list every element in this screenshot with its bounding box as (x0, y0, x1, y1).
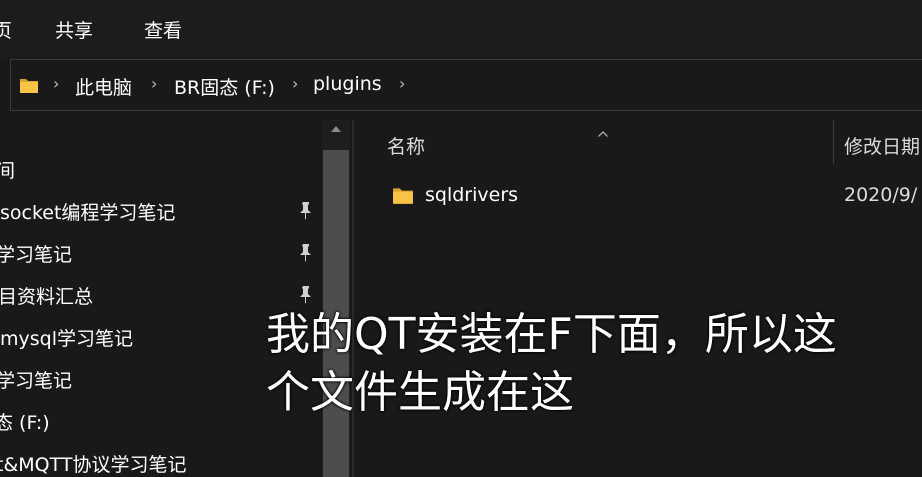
breadcrumb-drive[interactable]: BR固态 (F:) (174, 73, 275, 100)
overlay-caption: 我的QT安装在F下面，所以这 个文件生成在这 (266, 306, 922, 422)
breadcrumb-plugins[interactable]: plugins (313, 73, 382, 95)
file-list: 名称 修改日期 sqldrivers 2020/9/ (354, 120, 922, 477)
file-explorer-window: 页 共享 查看 › 此电脑 › BR固态 (F:) › plugins › 间 … (0, 0, 922, 477)
folder-icon (19, 75, 39, 99)
nav-item-label: 间 (0, 160, 16, 182)
nav-item-label: 学习笔记 (0, 244, 73, 266)
pin-icon[interactable] (296, 200, 316, 220)
menu-page[interactable]: 页 (0, 16, 12, 43)
nav-item[interactable]: 间 (0, 150, 320, 186)
ribbon-menu-bar: 页 共享 查看 (0, 0, 922, 58)
folder-icon (392, 184, 414, 210)
column-divider[interactable] (833, 120, 834, 164)
caption-line-1: 我的QT安装在F下面，所以这 (266, 309, 837, 360)
nav-item[interactable]: t&MQTT协议学习笔记 (0, 444, 320, 477)
nav-item-label: t&MQTT协议学习笔记 (0, 454, 187, 476)
address-bar[interactable]: › 此电脑 › BR固态 (F:) › plugins › (10, 59, 922, 111)
nav-item-label: 学习笔记 (0, 370, 73, 392)
chevron-right-icon[interactable]: › (53, 74, 59, 93)
column-header-name[interactable]: 名称 (387, 132, 425, 159)
menu-share[interactable]: 共享 (55, 16, 93, 43)
chevron-right-icon[interactable]: › (399, 74, 405, 93)
caption-line-2: 个文件生成在这 (266, 367, 574, 418)
nav-scrollbar[interactable] (322, 120, 350, 477)
nav-item[interactable]: socket编程学习笔记 (0, 192, 320, 228)
file-modified-date: 2020/9/ (844, 184, 918, 206)
nav-item-label: 目资料汇总 (0, 286, 94, 308)
menu-view[interactable]: 查看 (144, 16, 182, 43)
breadcrumb-this-pc[interactable]: 此电脑 (75, 73, 132, 100)
file-name: sqldrivers (425, 184, 519, 206)
nav-item-label: socket编程学习笔记 (0, 202, 176, 224)
nav-item[interactable]: 学习笔记 (0, 234, 320, 270)
sort-ascending-icon (598, 122, 608, 137)
nav-item-label: mysql学习笔记 (0, 328, 133, 350)
pin-icon[interactable] (296, 284, 316, 304)
column-header-modified[interactable]: 修改日期 (844, 132, 920, 159)
nav-item-label: 态 (F:) (0, 412, 50, 434)
navigation-pane: 间 socket编程学习笔记 学习笔记 目资料汇总 mysql学习笔记 学习笔记 (0, 120, 352, 477)
pin-icon[interactable] (296, 242, 316, 262)
file-row[interactable]: sqldrivers 2020/9/ (384, 178, 922, 214)
scroll-up-arrow-icon[interactable] (331, 126, 341, 132)
chevron-right-icon[interactable]: › (151, 74, 157, 93)
chevron-right-icon[interactable]: › (292, 74, 298, 93)
